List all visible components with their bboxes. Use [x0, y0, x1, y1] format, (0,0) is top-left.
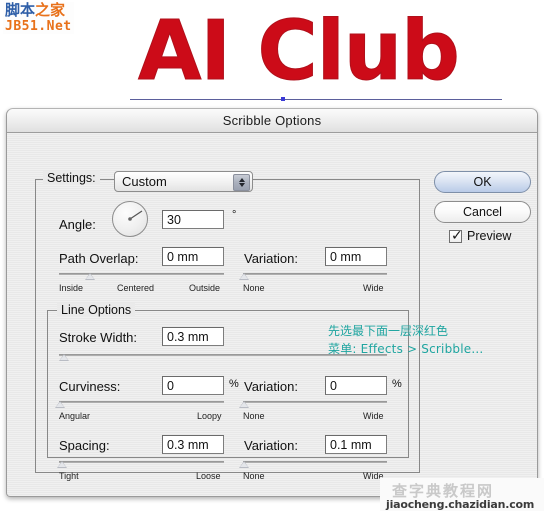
spacing-variation-input[interactable]: 0.1 mm — [325, 435, 387, 454]
stroke-width-input-value: 0.3 mm — [167, 329, 209, 344]
watermark-top: 脚本之家 JB51.Net — [3, 1, 74, 35]
chevron-up-icon — [238, 177, 245, 182]
line-options-label-text: Line Options — [61, 303, 132, 317]
stroke-width-input[interactable]: 0.3 mm — [162, 327, 224, 346]
path-overlap-variation-slider-max-label: Wide — [363, 283, 384, 293]
text-baseline-guide — [130, 99, 502, 100]
ok-button[interactable]: OK — [434, 171, 531, 193]
settings-label-text: Settings: — [47, 171, 96, 185]
curviness-variation-slider-thumb[interactable] — [239, 401, 249, 408]
path-overlap-input[interactable]: 0 mm — [162, 247, 224, 266]
curviness-label: Curviness: — [59, 379, 121, 394]
path-overlap-variation-input[interactable]: 0 mm — [325, 247, 387, 266]
artboard-canvas: 脚本之家 JB51.Net AI Club — [0, 0, 544, 112]
path-overlap-label: Path Overlap: — [59, 251, 139, 266]
path-overlap-variation-slider-thumb[interactable] — [239, 273, 249, 280]
instruction-annotation: 先选最下面一层深红色 菜单: Effects > Scribble... — [328, 322, 483, 358]
spacing-variation-input-value: 0.1 mm — [330, 437, 372, 452]
spacing-variation-slider-thumb[interactable] — [239, 461, 249, 468]
curviness-variation-slider-max-label: Wide — [363, 411, 384, 421]
artwork-headline-text: AI Club — [138, 4, 461, 99]
curviness-slider-min-label: Angular — [59, 411, 91, 421]
cancel-button[interactable]: Cancel — [434, 201, 531, 223]
curviness-input-value: 0 — [167, 378, 174, 393]
curviness-variation-slider-track[interactable] — [243, 401, 387, 403]
angle-label: Angle: — [59, 217, 96, 232]
path-overlap-slider-max-label: Outside — [189, 283, 221, 293]
watermark-top-chinese-part2: 之家 — [35, 1, 66, 19]
curviness-variation-label: Variation: — [244, 379, 298, 394]
path-overlap-variation-input-value: 0 mm — [330, 249, 362, 264]
curviness-unit-label: % — [229, 378, 239, 390]
curviness-slider-track[interactable] — [59, 401, 224, 403]
path-overlap-variation-label: Variation: — [244, 251, 298, 266]
spacing-slider-thumb[interactable] — [57, 461, 67, 468]
line-options-groupbox-label: Line Options — [57, 303, 136, 317]
curviness-slider-thumb[interactable] — [55, 401, 65, 408]
angle-unit-label: ° — [232, 209, 237, 221]
path-overlap-input-value: 0 mm — [167, 249, 199, 264]
dialog-body: Settings: Custom Angle: 30 ° Path Overla… — [7, 133, 537, 496]
spacing-slider-track[interactable] — [59, 461, 224, 463]
path-overlap-slider-track[interactable] — [59, 273, 224, 275]
path-overlap-variation-slider-min-label: None — [243, 283, 265, 293]
settings-groupbox-label: Settings: — [43, 171, 100, 185]
path-overlap-slider-mid-label: Centered — [117, 283, 155, 293]
watermark-bottom-url: jiaocheng.chazidian.com — [386, 498, 535, 511]
spacing-slider-min-label: Tight — [59, 471, 79, 481]
annotation-line-2: 菜单: Effects > Scribble... — [328, 342, 484, 356]
spacing-input[interactable]: 0.3 mm — [162, 435, 224, 454]
stroke-width-label: Stroke Width: — [59, 330, 138, 345]
angle-dial-control[interactable] — [112, 201, 148, 237]
spacing-input-value: 0.3 mm — [167, 437, 209, 452]
dialog-titlebar: Scribble Options — [7, 109, 537, 133]
angle-input[interactable]: 30 — [162, 210, 224, 229]
spacing-variation-slider-min-label: None — [243, 471, 265, 481]
watermark-bottom: 查字典教程网 jiaocheng.chazidian.com — [380, 480, 540, 511]
preview-checkbox-label: Preview — [467, 229, 512, 243]
spacing-variation-label: Variation: — [244, 438, 298, 453]
path-overlap-variation-slider-track[interactable] — [243, 273, 387, 275]
watermark-top-latin: JB51.Net — [5, 18, 72, 34]
path-overlap-slider-min-label: Inside — [59, 283, 84, 293]
settings-stepper-icon[interactable] — [233, 173, 250, 191]
watermark-top-chinese-part1: 脚本 — [5, 1, 36, 19]
anchor-point — [281, 97, 285, 101]
curviness-slider-max-label: Loopy — [197, 411, 222, 421]
spacing-variation-slider-track[interactable] — [243, 461, 387, 463]
checkmark-icon: ✓ — [451, 226, 463, 243]
cancel-button-label: Cancel — [463, 205, 502, 219]
spacing-slider-max-label: Loose — [196, 471, 221, 481]
settings-preset-value: Custom — [122, 174, 167, 189]
chevron-down-icon — [238, 182, 245, 187]
scribble-options-dialog: Scribble Options Settings: Custom Angle:… — [6, 108, 538, 497]
stroke-width-slider-thumb[interactable] — [59, 354, 69, 361]
angle-dial-indicator-icon — [128, 210, 143, 221]
curviness-input[interactable]: 0 — [162, 376, 224, 395]
watermark-top-chinese: 脚本之家 — [5, 1, 72, 19]
ok-button-label: OK — [473, 175, 492, 189]
curviness-variation-slider-min-label: None — [243, 411, 265, 421]
settings-preset-dropdown[interactable]: Custom — [114, 171, 253, 192]
angle-input-value: 30 — [167, 212, 181, 227]
annotation-line-1: 先选最下面一层深红色 — [328, 324, 449, 338]
spacing-label: Spacing: — [59, 438, 110, 453]
curviness-variation-unit-label: % — [392, 378, 402, 390]
dialog-title: Scribble Options — [222, 113, 322, 128]
preview-checkbox[interactable]: ✓ — [449, 226, 463, 243]
curviness-variation-input-value: 0 — [330, 378, 337, 393]
curviness-variation-input[interactable]: 0 — [325, 376, 387, 395]
path-overlap-slider-thumb[interactable] — [85, 273, 95, 280]
preview-checkbox-row[interactable]: ✓ Preview — [449, 226, 512, 243]
